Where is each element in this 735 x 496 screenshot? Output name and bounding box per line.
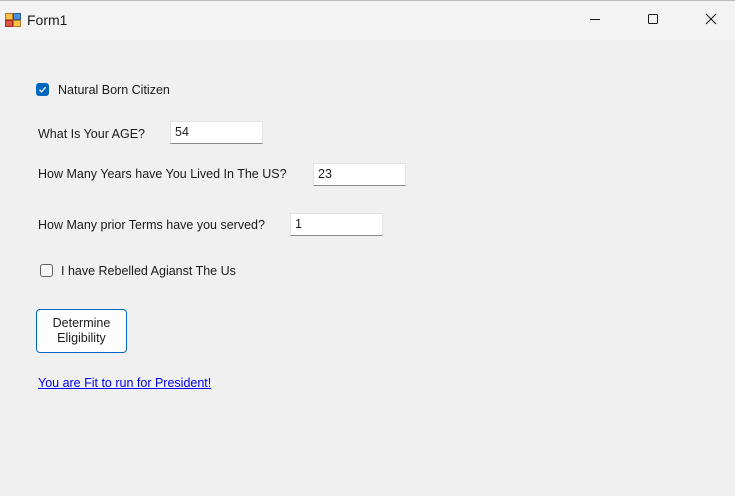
- natural-born-checkbox[interactable]: [36, 83, 49, 96]
- rebelled-checkbox[interactable]: [40, 264, 53, 277]
- winforms-app-icon: [5, 12, 21, 28]
- rebelled-label[interactable]: I have Rebelled Agianst The Us: [61, 263, 236, 279]
- title-bar[interactable]: Form1: [0, 1, 735, 40]
- form1-window: Form1 Natural Born Citizen What Is Your …: [0, 0, 735, 496]
- determine-eligibility-button[interactable]: Determine Eligibility: [36, 309, 127, 353]
- age-label: What Is Your AGE?: [38, 127, 146, 141]
- prior-terms-label: How Many prior Terms have you served?: [38, 218, 265, 232]
- natural-born-label[interactable]: Natural Born Citizen: [58, 82, 170, 98]
- minimize-icon: [589, 12, 601, 30]
- maximize-icon: [647, 12, 659, 30]
- close-button[interactable]: [682, 1, 735, 40]
- window-title: Form1: [27, 12, 68, 28]
- determine-eligibility-label: Determine Eligibility: [52, 316, 111, 345]
- years-in-us-label: How Many Years have You Lived In The US?: [38, 167, 287, 181]
- checkmark-icon: [39, 86, 47, 93]
- prior-terms-input[interactable]: 1: [290, 213, 383, 236]
- minimize-button[interactable]: [566, 1, 624, 40]
- years-in-us-input[interactable]: 23: [313, 163, 406, 186]
- close-icon: [705, 12, 717, 30]
- result-link[interactable]: You are Fit to run for President!: [38, 375, 211, 391]
- maximize-button[interactable]: [624, 1, 682, 40]
- age-input[interactable]: 54: [170, 121, 263, 144]
